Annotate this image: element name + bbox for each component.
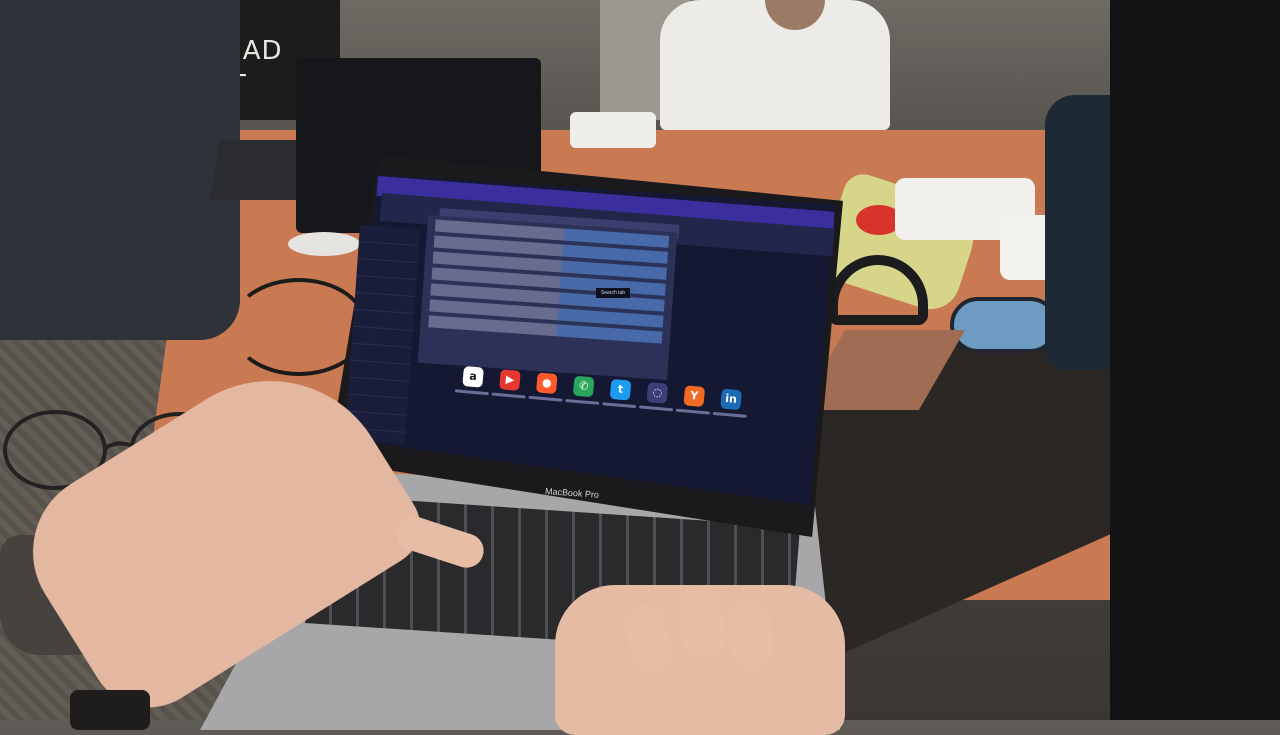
photo-scene: YOU READ Y SHIRT MacBook Pro [0,0,1280,735]
url-suggestions-dropdown [417,215,678,381]
shortcut-label [528,395,563,402]
backpack [0,0,240,340]
shortcut-label [602,402,637,409]
finger [727,598,775,672]
wristwatch [70,690,150,730]
takeout-box [570,112,656,148]
eye-mask [950,297,1058,353]
tape-roll [288,232,360,256]
amazon-icon[interactable]: a [462,366,484,388]
tooltip: Search tab [596,288,630,298]
youtube-icon[interactable]: ▶ [499,369,521,391]
shortcut-label [712,411,747,418]
shortcut-label [638,405,674,412]
shortcut-label [491,392,526,399]
ycombinator-icon[interactable]: Y [683,385,706,408]
shortcut-label [675,408,710,415]
reddit-icon[interactable]: ● [535,372,558,395]
twitter-icon[interactable]: t [609,378,632,401]
whatsapp-icon[interactable]: ✆ [572,375,595,398]
shortcut-label [565,398,600,405]
linkedin-icon[interactable]: in [720,388,742,411]
chat-icon[interactable]: ◌ [646,382,669,404]
person-in-foreground [1110,0,1280,720]
